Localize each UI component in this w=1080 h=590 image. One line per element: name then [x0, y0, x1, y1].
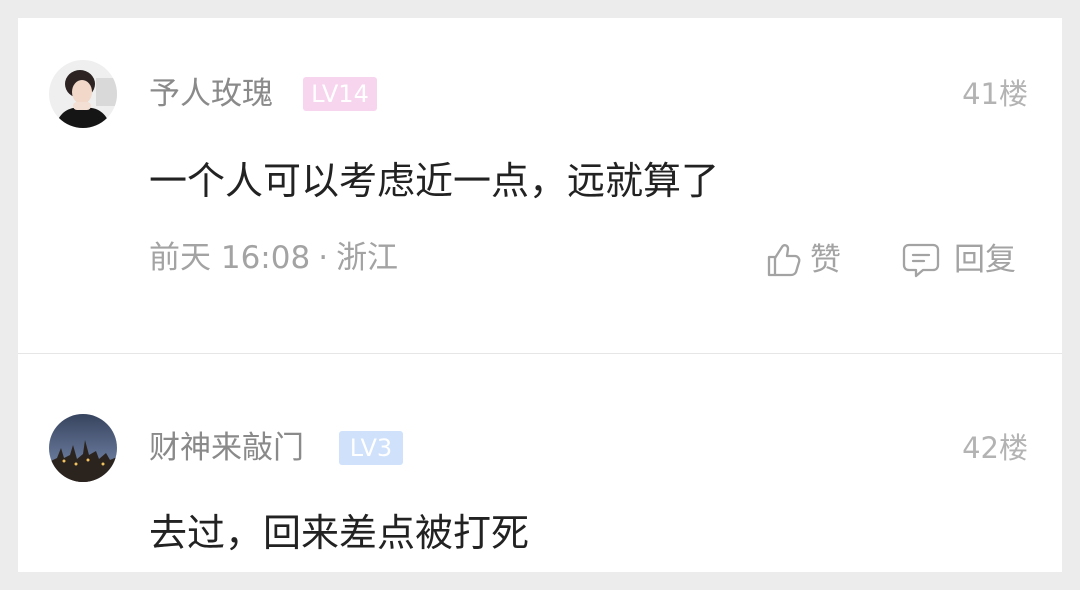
- floor-number: 41楼: [962, 77, 1028, 111]
- meta-separator: ·: [318, 240, 329, 276]
- like-label: 赞: [810, 242, 841, 278]
- comment-meta: 前天 16:08 · 浙江: [149, 238, 398, 278]
- level-badge: LV14: [303, 77, 377, 111]
- user-avatar[interactable]: [49, 60, 117, 128]
- comment-location: 浙江: [336, 240, 399, 276]
- like-button[interactable]: 赞: [764, 240, 841, 280]
- comment-item: 予人玫瑰 LV14 41楼 一个人可以考虑近一点，远就算了 前天 16:08 · 浙…: [18, 18, 1062, 353]
- avatar-image: [49, 414, 117, 482]
- avatar-image: [49, 60, 117, 128]
- comment-text: 去过，回来差点被打死: [149, 511, 530, 555]
- comment-text: 一个人可以考虑近一点，远就算了: [149, 159, 720, 203]
- comment-item: 财神来敲门 LV3 42楼 去过，回来差点被打死: [18, 354, 1062, 572]
- thumbs-up-icon: [767, 244, 801, 277]
- username[interactable]: 财神来敲门: [149, 428, 304, 468]
- user-avatar[interactable]: [49, 414, 117, 482]
- floor-number: 42楼: [962, 431, 1028, 465]
- comment-icon: [902, 243, 940, 278]
- comment-time: 前天 16:08: [149, 240, 311, 276]
- reply-button[interactable]: 回复: [902, 240, 1016, 280]
- username[interactable]: 予人玫瑰: [149, 74, 273, 114]
- level-badge: LV3: [339, 431, 403, 465]
- comment-list: 予人玫瑰 LV14 41楼 一个人可以考虑近一点，远就算了 前天 16:08 · 浙…: [18, 18, 1062, 572]
- reply-label: 回复: [954, 242, 1016, 278]
